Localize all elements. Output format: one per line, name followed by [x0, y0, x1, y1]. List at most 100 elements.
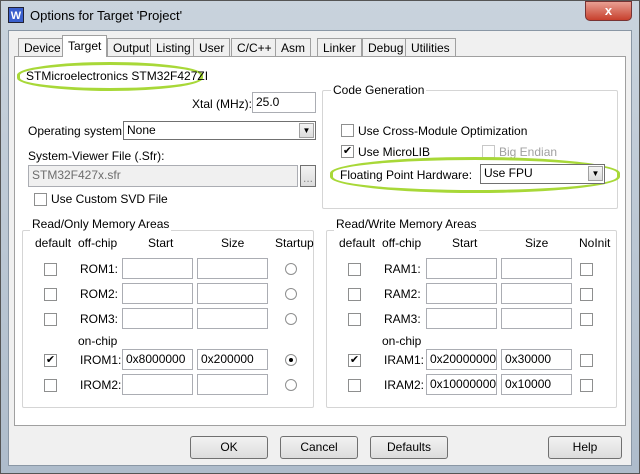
cross-module-checkbox[interactable]: [341, 124, 354, 137]
ro-size-input[interactable]: [197, 283, 268, 304]
rw-header-size: Size: [525, 236, 549, 250]
ro-default-checkbox[interactable]: [44, 313, 57, 326]
ro-default-checkbox[interactable]: ✔: [44, 354, 57, 367]
cancel-button[interactable]: Cancel: [280, 436, 358, 459]
rw-start-input[interactable]: [426, 308, 497, 329]
custom-svd-label: Use Custom SVD File: [51, 192, 168, 206]
microlib-checkbox[interactable]: ✔: [341, 145, 354, 158]
microlib-label: Use MicroLIB: [358, 145, 431, 159]
ro-header-size: Size: [221, 236, 245, 250]
window-title: Options for Target 'Project': [30, 8, 183, 23]
fph-value: Use FPU: [484, 166, 533, 180]
fph-label: Floating Point Hardware:: [340, 168, 473, 182]
ro-header-start: Start: [148, 236, 174, 250]
rw-header-noinit: NoInit: [579, 236, 611, 250]
ro-row-label: ROM3:: [80, 312, 119, 326]
ro-size-input[interactable]: [197, 308, 268, 329]
ro-size-input[interactable]: 0x200000: [197, 349, 268, 370]
ro-default-checkbox[interactable]: [44, 288, 57, 301]
tab-device[interactable]: Device: [18, 38, 67, 57]
chevron-down-icon: ▼: [588, 166, 603, 181]
ro-size-input[interactable]: [197, 258, 268, 279]
ro-startup-radio[interactable]: [285, 313, 297, 325]
rw-onchip-label: on-chip: [382, 334, 422, 348]
rw-noinit-checkbox[interactable]: [580, 313, 593, 326]
rw-size-input[interactable]: [501, 258, 572, 279]
tab-output[interactable]: Output: [107, 38, 156, 57]
read-only-title: Read/Only Memory Areas: [30, 217, 172, 231]
os-value: None: [127, 123, 156, 137]
os-label: Operating system:: [28, 124, 126, 138]
rw-start-input[interactable]: [426, 283, 497, 304]
rw-start-input[interactable]: [426, 258, 497, 279]
custom-svd-checkbox[interactable]: [34, 193, 47, 206]
ro-start-input[interactable]: 0x8000000: [122, 349, 193, 370]
svf-input[interactable]: STM32F427x.sfr: [28, 165, 298, 187]
os-select[interactable]: None ▼: [123, 121, 316, 140]
tab-cc[interactable]: C/C++: [231, 38, 278, 57]
ro-start-input[interactable]: [122, 258, 193, 279]
ro-size-input[interactable]: [197, 374, 268, 395]
rw-default-checkbox[interactable]: [348, 379, 361, 392]
rw-default-checkbox[interactable]: [348, 288, 361, 301]
tab-utilities[interactable]: Utilities: [405, 38, 456, 57]
rw-start-input[interactable]: 0x10000000: [426, 374, 497, 395]
ok-button[interactable]: OK: [190, 436, 268, 459]
rw-noinit-checkbox[interactable]: [580, 288, 593, 301]
ro-startup-radio[interactable]: [285, 354, 297, 366]
app-icon: W: [8, 7, 24, 23]
fph-select[interactable]: Use FPU ▼: [480, 164, 605, 184]
close-button[interactable]: x: [585, 1, 632, 21]
rw-row-label: IRAM1:: [384, 353, 425, 367]
ro-header-startup: Startup: [275, 236, 314, 250]
ro-start-input[interactable]: [122, 308, 193, 329]
tab-debug[interactable]: Debug: [362, 38, 410, 57]
rw-start-input[interactable]: 0x20000000: [426, 349, 497, 370]
ro-default-checkbox[interactable]: [44, 263, 57, 276]
rw-default-checkbox[interactable]: ✔: [348, 354, 361, 367]
xtal-label: Xtal (MHz):: [192, 97, 252, 111]
rw-size-input[interactable]: 0x10000: [501, 374, 572, 395]
ro-startup-radio[interactable]: [285, 263, 297, 275]
tab-listing[interactable]: Listing: [150, 38, 197, 57]
cross-module-label: Use Cross-Module Optimization: [358, 124, 528, 138]
rw-noinit-checkbox[interactable]: [580, 379, 593, 392]
rw-default-checkbox[interactable]: [348, 313, 361, 326]
rw-row-label: RAM1:: [384, 262, 421, 276]
tab-linker[interactable]: Linker: [317, 38, 362, 57]
read-write-title: Read/Write Memory Areas: [334, 217, 479, 231]
rw-default-checkbox[interactable]: [348, 263, 361, 276]
ro-start-input[interactable]: [122, 374, 193, 395]
help-button[interactable]: Help: [548, 436, 622, 459]
svf-browse-button[interactable]: ...: [300, 165, 316, 187]
ro-header-off-chip: off-chip: [78, 236, 118, 250]
tab-asm[interactable]: Asm: [275, 38, 311, 57]
ro-default-checkbox[interactable]: [44, 379, 57, 392]
ro-startup-radio[interactable]: [285, 379, 297, 391]
title-bar[interactable]: W Options for Target 'Project' x: [0, 0, 640, 30]
rw-row-label: RAM3:: [384, 312, 421, 326]
rw-row-label: RAM2:: [384, 287, 421, 301]
defaults-button[interactable]: Defaults: [370, 436, 448, 459]
rw-header-default: default: [339, 236, 376, 250]
rw-noinit-checkbox[interactable]: [580, 354, 593, 367]
tab-target[interactable]: Target: [62, 35, 108, 57]
rw-size-input[interactable]: [501, 283, 572, 304]
tab-user[interactable]: User: [193, 38, 231, 57]
code-generation-title: Code Generation: [331, 83, 427, 97]
ro-start-input[interactable]: [122, 283, 193, 304]
ro-onchip-label: on-chip: [78, 334, 118, 348]
ro-row-label: ROM1:: [80, 262, 119, 276]
rw-noinit-checkbox[interactable]: [580, 263, 593, 276]
ro-row-label: IROM1:: [80, 353, 122, 367]
ro-row-label: IROM2:: [80, 378, 122, 392]
rw-header-start: Start: [452, 236, 478, 250]
rw-size-input[interactable]: 0x30000: [501, 349, 572, 370]
xtal-input[interactable]: 25.0: [252, 92, 316, 113]
rw-size-input[interactable]: [501, 308, 572, 329]
ro-row-label: ROM2:: [80, 287, 119, 301]
svf-label: System-Viewer File (.Sfr):: [28, 149, 165, 163]
device-name: STMicroelectronics STM32F427ZI: [26, 69, 209, 83]
rw-row-label: IRAM2:: [384, 378, 425, 392]
ro-startup-radio[interactable]: [285, 288, 297, 300]
